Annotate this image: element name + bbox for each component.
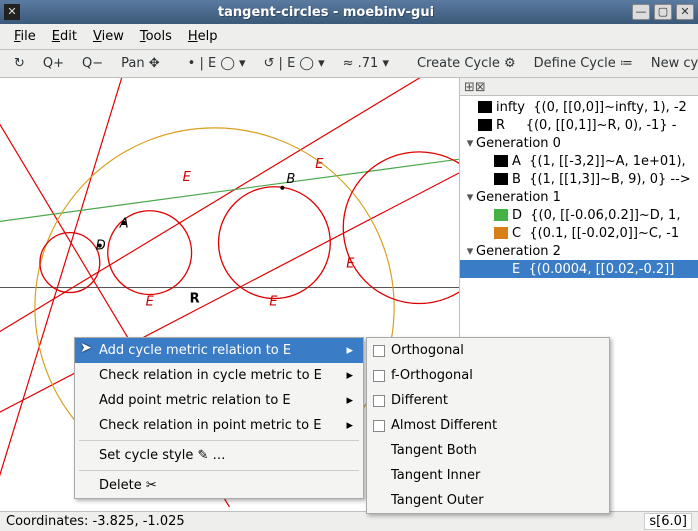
tree-twisty-icon[interactable]: ▾ <box>464 190 476 205</box>
statusbar: Coordinates: -3.825, -1.025 s[6.0] <box>0 511 698 531</box>
status-scale: s[6.0] <box>644 513 692 530</box>
context-submenu[interactable]: Orthogonal f-Orthogonal Different Almost… <box>366 337 610 514</box>
zoom-out-button[interactable]: Q− <box>76 54 109 73</box>
sub-tangent-both[interactable]: Tangent Both <box>367 438 609 463</box>
menu-file[interactable]: File <box>8 27 42 46</box>
menu-tools[interactable]: Tools <box>134 27 178 46</box>
ctx-delete[interactable]: Delete ✂ <box>75 473 363 498</box>
menu-view[interactable]: View <box>87 27 130 46</box>
new-cycle-button[interactable]: New cycle ↻ <box>645 54 698 73</box>
titlebar: ✕ tangent-circles - moebinv-gui — ▢ ✕ <box>0 0 698 24</box>
color-swatch <box>478 119 492 131</box>
gen2-dropdown[interactable]: ↺ | E ◯ ▾ <box>258 54 331 73</box>
tree-group-gen1[interactable]: ▾ Generation 1 <box>460 188 698 206</box>
sub-tangent-inner[interactable]: Tangent Inner <box>367 463 609 488</box>
menubar: File Edit View Tools Help <box>0 24 698 50</box>
checkbox-icon[interactable] <box>373 420 385 432</box>
menu-help[interactable]: Help <box>182 27 224 46</box>
app-icon: ✕ <box>4 4 20 20</box>
svg-text:B: B <box>286 172 295 187</box>
context-menu[interactable]: Add cycle metric relation to E▸ Check re… <box>74 337 364 499</box>
sub-almost-different[interactable]: Almost Different <box>367 413 609 438</box>
ctx-add-point-metric[interactable]: Add point metric relation to E▸ <box>75 388 363 413</box>
create-cycle-button[interactable]: Create Cycle ⚙ <box>411 54 522 73</box>
submenu-arrow-icon: ▸ <box>346 343 353 358</box>
menu-edit[interactable]: Edit <box>46 27 83 46</box>
color-swatch <box>494 227 508 239</box>
menu-separator <box>79 440 359 441</box>
submenu-arrow-icon: ▸ <box>346 393 353 408</box>
svg-text:E: E <box>346 257 355 272</box>
submenu-arrow-icon: ▸ <box>346 368 353 383</box>
ctx-add-cycle-metric[interactable]: Add cycle metric relation to E▸ <box>75 338 363 363</box>
svg-text:E: E <box>183 170 192 185</box>
svg-text:E: E <box>315 157 324 172</box>
color-swatch <box>494 173 508 185</box>
sub-tangent-outer[interactable]: Tangent Outer <box>367 488 609 513</box>
svg-text:E: E <box>269 295 278 310</box>
panel-tab-icon[interactable]: ⊞⊠ <box>464 80 486 93</box>
tree-item-r[interactable]: R {(0, [[0,1]]~R, 0), -1} - <box>460 116 698 134</box>
ctx-check-point-metric[interactable]: Check relation in point metric to E▸ <box>75 413 363 438</box>
sub-f-orthogonal[interactable]: f-Orthogonal <box>367 363 609 388</box>
tree-group-gen2[interactable]: ▾ Generation 2 <box>460 242 698 260</box>
color-swatch <box>494 263 508 275</box>
close-button[interactable]: ✕ <box>676 4 694 20</box>
submenu-arrow-icon: ▸ <box>346 418 353 433</box>
tree-item-a[interactable]: A {(1, [[-3,2]]~A, 1e+01), <box>460 152 698 170</box>
toolbar: ↻ Q+ Q− Pan ✥ • | E ◯ ▾ ↺ | E ◯ ▾ ≈ .71 … <box>0 50 698 78</box>
pan-button[interactable]: Pan ✥ <box>115 54 166 73</box>
tree-item-infty[interactable]: infty {(0, [[0,0]]~infty, 1), -2 <box>460 98 698 116</box>
sub-different[interactable]: Different <box>367 388 609 413</box>
ctx-set-cycle-style[interactable]: Set cycle style ✎ … <box>75 443 363 468</box>
refresh-button[interactable]: ↻ <box>8 54 31 73</box>
color-swatch <box>478 101 492 113</box>
side-panel-tabs[interactable]: ⊞⊠ <box>460 78 698 96</box>
svg-text:R: R <box>190 292 200 307</box>
checkbox-icon[interactable] <box>373 370 385 382</box>
maximize-button[interactable]: ▢ <box>654 4 672 20</box>
tree-twisty-icon[interactable]: ▾ <box>464 244 476 259</box>
zoom-level-dropdown[interactable]: ≈ .71 ▾ <box>337 54 395 73</box>
menu-separator <box>79 470 359 471</box>
zoom-in-button[interactable]: Q+ <box>37 54 70 73</box>
ctx-check-cycle-metric[interactable]: Check relation in cycle metric to E▸ <box>75 363 363 388</box>
define-cycle-button[interactable]: Define Cycle ≔ <box>528 54 639 73</box>
gen1-dropdown[interactable]: • | E ◯ ▾ <box>182 54 252 73</box>
color-swatch <box>494 155 508 167</box>
tree-item-b[interactable]: B {(1, [[1,3]]~B, 9), 0} --> <box>460 170 698 188</box>
tree-group-gen0[interactable]: ▾ Generation 0 <box>460 134 698 152</box>
tree-item-e[interactable]: E {(0.0004, [[0.02,-0.2]] <box>460 260 698 278</box>
tree-item-d[interactable]: D {(0, [[-0.06,0.2]]~D, 1, <box>460 206 698 224</box>
window-title: tangent-circles - moebinv-gui <box>24 5 628 20</box>
checkbox-icon[interactable] <box>373 395 385 407</box>
color-swatch <box>494 209 508 221</box>
minimize-button[interactable]: — <box>632 4 650 20</box>
sub-orthogonal[interactable]: Orthogonal <box>367 338 609 363</box>
tree-twisty-icon[interactable]: ▾ <box>464 136 476 151</box>
status-coordinates: Coordinates: -3.825, -1.025 <box>6 514 185 529</box>
tree-item-c[interactable]: C {(0.1, [[-0.02,0]]~C, -1 <box>460 224 698 242</box>
checkbox-icon[interactable] <box>373 345 385 357</box>
svg-text:E: E <box>146 295 155 310</box>
